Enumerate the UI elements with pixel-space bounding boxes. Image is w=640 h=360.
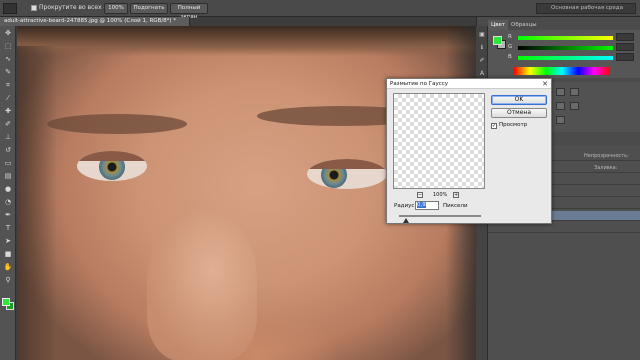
preview-zoom-value: 100% xyxy=(433,192,448,198)
tools-panel: ✥ ⬚ ∿ ✎ ⌗ ⁄ ✚ ✐ ⊥ ↺ ▭ ▤ ● ◔ ✒ T ➤ ■ ✋ ⚲ xyxy=(0,26,16,360)
eyedropper-tool-icon[interactable]: ⁄ xyxy=(3,94,13,102)
exposure-adjust-icon[interactable] xyxy=(570,88,579,96)
photo-nose xyxy=(147,211,257,360)
zoom-in-button[interactable]: + xyxy=(453,192,459,198)
zoom-out-button[interactable]: − xyxy=(417,192,423,198)
color-balance-adjust-icon[interactable] xyxy=(556,102,565,110)
path-select-tool-icon[interactable]: ➤ xyxy=(3,237,13,245)
radius-slider-track[interactable] xyxy=(399,215,481,217)
zoom-tool-icon[interactable]: ⚲ xyxy=(3,276,13,284)
fill-screen-button[interactable]: Полный экран xyxy=(170,3,208,20)
dialog-title: Размытие по Гауссу xyxy=(387,79,551,89)
photoshop-logo-icon xyxy=(3,3,17,14)
hand-tool-icon[interactable]: ✋ xyxy=(3,263,13,271)
quick-select-tool-icon[interactable]: ✎ xyxy=(3,68,13,76)
green-value-field[interactable] xyxy=(616,43,634,51)
color-panel-foreground-swatch[interactable] xyxy=(493,36,502,45)
marquee-tool-icon[interactable]: ⬚ xyxy=(3,42,13,50)
dodge-tool-icon[interactable]: ◔ xyxy=(3,198,13,206)
curves-adjust-icon[interactable] xyxy=(556,88,565,96)
gaussian-blur-dialog: Размытие по Гауссу ✕ − 100% + OK Отмена … xyxy=(386,78,552,224)
tab-color[interactable]: Цвет xyxy=(488,20,509,30)
blur-tool-icon[interactable]: ● xyxy=(3,185,13,193)
blue-slider[interactable] xyxy=(518,56,613,60)
green-slider[interactable] xyxy=(518,46,613,50)
tab-swatches[interactable]: Образцы xyxy=(508,20,540,30)
blue-value-field[interactable] xyxy=(616,53,634,61)
radius-input[interactable]: 0,9 xyxy=(415,201,439,210)
shape-tool-icon[interactable]: ■ xyxy=(3,250,13,258)
photo-right-eye xyxy=(307,159,387,189)
color-spectrum-ramp[interactable] xyxy=(514,67,610,75)
document-tab[interactable]: adult-attractive-beard-247885.jpg @ 100%… xyxy=(0,17,190,26)
red-slider[interactable] xyxy=(518,36,613,40)
layer-row[interactable] xyxy=(488,223,640,233)
fill-label: Заливка: xyxy=(594,165,618,171)
foreground-color-swatch[interactable] xyxy=(2,298,10,306)
brush-panel-icon[interactable]: ✐ xyxy=(478,57,486,64)
radius-unit-label: Пиксели xyxy=(443,203,468,209)
gradient-tool-icon[interactable]: ▤ xyxy=(3,172,13,180)
ok-button[interactable]: OK xyxy=(491,95,547,105)
photo-left-eyebrow xyxy=(47,114,187,134)
radius-slider-thumb[interactable] xyxy=(403,218,409,223)
character-panel-icon[interactable]: A xyxy=(478,70,486,77)
channel-g-label: G xyxy=(508,44,513,50)
channel-b-label: B xyxy=(508,54,512,60)
crop-tool-icon[interactable]: ⌗ xyxy=(3,81,13,89)
photo-left-eye xyxy=(77,151,147,181)
properties-panel-icon[interactable]: ℹ xyxy=(478,44,486,51)
options-bar: Прокрутите во всех окнах 100% Подогнать … xyxy=(0,0,640,20)
photo-hair xyxy=(17,26,476,56)
history-brush-tool-icon[interactable]: ↺ xyxy=(3,146,13,154)
clone-stamp-tool-icon[interactable]: ⊥ xyxy=(3,133,13,141)
photo-shadow-left xyxy=(17,46,57,360)
move-tool-icon[interactable]: ✥ xyxy=(3,29,13,37)
cancel-button[interactable]: Отмена xyxy=(491,108,547,118)
history-panel-icon[interactable]: ▣ xyxy=(478,31,486,38)
brush-tool-icon[interactable]: ✐ xyxy=(3,120,13,128)
close-icon[interactable]: ✕ xyxy=(542,79,548,89)
type-tool-icon[interactable]: T xyxy=(3,224,13,232)
fit-screen-button[interactable]: Подогнать xyxy=(130,3,168,14)
pen-tool-icon[interactable]: ✒ xyxy=(3,211,13,219)
red-value-field[interactable] xyxy=(616,33,634,41)
radius-label: Радиус: xyxy=(394,203,417,209)
healing-tool-icon[interactable]: ✚ xyxy=(3,107,13,115)
scroll-all-windows-checkbox[interactable] xyxy=(31,5,37,11)
channel-r-label: R xyxy=(508,34,512,40)
radius-value: 0,9 xyxy=(417,202,426,208)
opacity-label: Непрозрачность: xyxy=(584,153,629,159)
bw-adjust-icon[interactable] xyxy=(570,102,579,110)
preview-checkbox[interactable]: ✓ xyxy=(491,123,497,129)
zoom-100-button[interactable]: 100% xyxy=(104,3,128,14)
color-panel-tabs: Цвет Образцы xyxy=(488,20,640,30)
threshold-adjust-icon[interactable] xyxy=(556,116,565,124)
lasso-tool-icon[interactable]: ∿ xyxy=(3,55,13,63)
eraser-tool-icon[interactable]: ▭ xyxy=(3,159,13,167)
workspace-switcher[interactable]: Основная рабочая среда xyxy=(536,3,636,14)
preview-label: Просмотр xyxy=(499,122,528,128)
blur-preview-area[interactable] xyxy=(393,93,485,189)
color-panel: R G B xyxy=(488,30,640,78)
